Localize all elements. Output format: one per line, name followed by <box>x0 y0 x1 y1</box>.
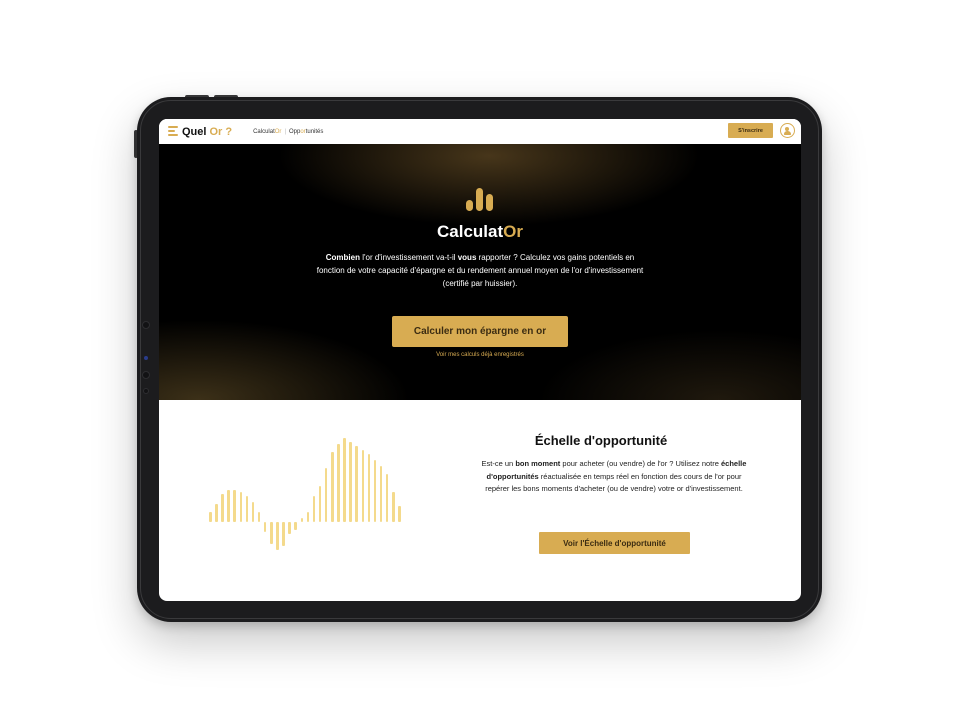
saved-calculations-link[interactable]: Voir mes calculs déjà enregistrés <box>159 352 801 358</box>
wave-bar <box>343 438 346 522</box>
logo-text: Quel <box>182 125 207 138</box>
wave-bar <box>227 490 230 522</box>
wave-bar <box>367 454 371 522</box>
bar-chart-icon <box>466 183 494 211</box>
wave-bar <box>361 450 364 522</box>
wave-bar <box>263 522 267 532</box>
nav-item-opportunities[interactable]: Opportunités <box>289 129 323 135</box>
wave-bar <box>221 494 224 522</box>
camera-dot <box>143 388 149 394</box>
calculate-savings-button[interactable]: Calculer mon épargne en or <box>392 316 568 347</box>
wave-bar <box>324 468 328 522</box>
opportunity-wave-graphic <box>209 432 439 550</box>
wave-bar <box>294 522 297 530</box>
wave-bar <box>251 502 255 522</box>
wave-bar <box>239 492 242 522</box>
wave-bar <box>257 512 261 522</box>
wave-bar <box>398 506 401 522</box>
hero-description: Combien l'or d'investissement va-t-il vo… <box>316 253 644 288</box>
tablet-screen: Quel Or ? CalculatOr | Opportunités S'in… <box>159 119 801 601</box>
wave-bar <box>331 452 334 522</box>
wave-bar <box>385 474 389 522</box>
site-logo[interactable]: Quel Or ? <box>168 125 232 138</box>
wave-bar <box>300 518 303 522</box>
hero-title: CalculatOr <box>437 222 523 241</box>
wave-bar <box>215 504 218 522</box>
wave-bar <box>270 522 273 544</box>
wave-bar <box>282 522 285 546</box>
wave-bar <box>245 496 249 522</box>
wave-bar <box>306 512 310 522</box>
nav-separator: | <box>284 128 286 135</box>
wave-bar <box>288 522 291 534</box>
user-icon[interactable] <box>780 123 795 138</box>
camera-dot <box>142 321 150 329</box>
wave-bar <box>392 492 395 522</box>
view-opportunity-scale-button[interactable]: Voir l'Échelle d'opportunité <box>539 532 690 554</box>
nav-item-calculator[interactable]: CalculatOr <box>253 129 281 135</box>
wave-bar <box>233 490 236 522</box>
camera-dot <box>142 371 150 379</box>
calculator-hero: CalculatOr Combien l'or d'investissement… <box>159 144 801 400</box>
logo-stack-icon <box>168 125 178 138</box>
wave-bar <box>349 442 352 522</box>
wave-bar <box>318 486 322 522</box>
main-nav: CalculatOr | Opportunités <box>253 129 323 135</box>
wave-bar <box>337 444 340 522</box>
wave-bar <box>373 460 377 522</box>
wave-bar <box>209 512 212 522</box>
opportunity-description: Est-ce un bon moment pour acheter (ou ve… <box>481 459 747 493</box>
wave-bar <box>276 522 279 550</box>
sensor-dot <box>144 356 148 360</box>
logo-accent: Or ? <box>209 125 233 138</box>
opportunity-title: Échelle d'opportunité <box>534 433 668 448</box>
wave-bar <box>355 446 358 522</box>
site-header: Quel Or ? CalculatOr | Opportunités S'in… <box>159 119 801 144</box>
signup-button[interactable]: S'inscrire <box>728 123 773 138</box>
wave-bar <box>312 496 316 522</box>
wave-bar <box>379 466 383 522</box>
